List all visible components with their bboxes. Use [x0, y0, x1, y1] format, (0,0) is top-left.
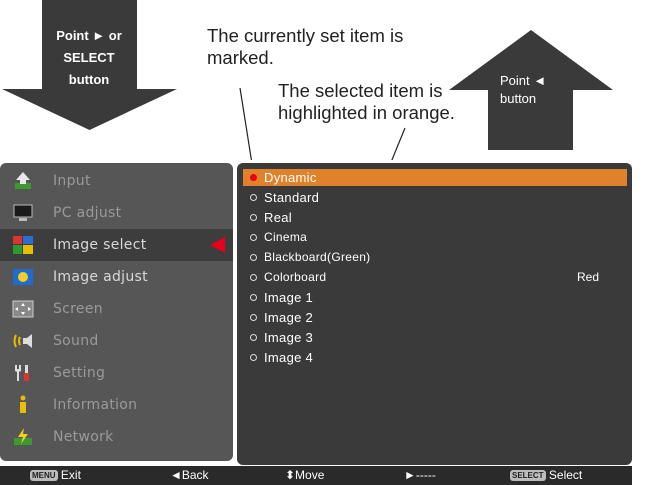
menu-item-label: Information — [53, 397, 138, 413]
menu-item-information[interactable]: Information — [0, 389, 233, 421]
option-label: Dynamic — [264, 170, 317, 185]
radio-icon — [250, 274, 257, 281]
option-image-4[interactable]: Image 4 — [243, 349, 627, 366]
radio-icon — [250, 234, 257, 241]
exit-hint: MENU Exit — [30, 468, 81, 482]
option-standard[interactable]: Standard — [243, 189, 627, 206]
pc-adjust-icon — [13, 204, 33, 221]
radio-icon — [250, 254, 257, 261]
back-hint: ◄Back — [170, 468, 209, 482]
point-left-label: Point ◄ button — [500, 73, 547, 106]
input-icon — [15, 172, 31, 189]
option-blackboard[interactable]: Blackboard(Green) — [243, 249, 627, 266]
image-select-submenu: Dynamic Standard Real Cinema Blackboard(… — [237, 163, 632, 465]
option-label: Image 4 — [264, 350, 314, 365]
network-icon — [14, 428, 32, 445]
image-select-icon — [13, 236, 33, 254]
menu-item-image-select[interactable]: Image select — [0, 229, 233, 261]
radio-icon — [250, 294, 257, 301]
option-cinema[interactable]: Cinema — [243, 229, 627, 246]
menu-item-screen[interactable]: Screen — [0, 293, 233, 325]
option-label: Standard — [264, 190, 320, 205]
option-image-2[interactable]: Image 2 — [243, 309, 627, 326]
option-dynamic[interactable]: Dynamic — [243, 169, 627, 186]
colorboard-value: Red — [576, 270, 599, 284]
menu-item-label: Input — [53, 173, 91, 189]
highlighted-callout: The selected item is highlighted in oran… — [278, 80, 455, 123]
radio-icon — [250, 314, 257, 321]
information-icon — [20, 395, 26, 413]
menu-item-label: Sound — [53, 333, 99, 349]
select-label: Select — [548, 468, 583, 482]
menu-item-label: Network — [53, 429, 114, 445]
menu-item-label: Setting — [53, 365, 106, 381]
menu-item-label: Screen — [53, 301, 103, 317]
menu-key-icon: MENU — [30, 470, 58, 481]
move-hint: ⬍Move — [285, 468, 325, 482]
currently-set-callout: The currently set item is marked. — [207, 25, 404, 68]
menu-item-image-adjust[interactable]: Image adjust — [0, 261, 233, 293]
radio-icon — [250, 214, 257, 221]
menu-item-label: PC adjust — [53, 205, 122, 221]
menu-item-network[interactable]: Network — [0, 421, 233, 453]
option-label: Image 1 — [264, 290, 314, 305]
option-label: Image 3 — [264, 330, 314, 345]
guide-bar: MENU Exit ◄Back ⬍Move ►----- SELECT Sele… — [0, 466, 632, 485]
selection-arrow-icon — [210, 237, 225, 253]
option-image-3[interactable]: Image 3 — [243, 329, 627, 346]
select-key-icon: SELECT — [510, 470, 546, 481]
option-label: Cinema — [264, 230, 308, 244]
radio-icon — [250, 334, 257, 341]
sound-icon — [13, 334, 32, 348]
main-menu: Input PC adjust Image select Image adjus… — [0, 163, 233, 461]
option-label: Blackboard(Green) — [264, 250, 371, 264]
option-colorboard[interactable]: Colorboard Red — [243, 269, 627, 286]
menu-item-input[interactable]: Input — [0, 165, 233, 197]
image-adjust-icon — [13, 269, 33, 285]
menu-item-pc-adjust[interactable]: PC adjust — [0, 197, 233, 229]
point-or-select-label: Point ► or SELECT button — [56, 28, 122, 87]
option-label: Colorboard — [264, 270, 327, 284]
menu-item-label: Image select — [53, 237, 147, 253]
menu-item-sound[interactable]: Sound — [0, 325, 233, 357]
radio-icon — [250, 194, 257, 201]
menu-item-setting[interactable]: Setting — [0, 357, 233, 389]
option-label: Image 2 — [264, 310, 314, 325]
select-hint: SELECT Select — [510, 468, 582, 482]
option-label: Real — [264, 210, 292, 225]
menu-item-label: Image adjust — [53, 269, 148, 285]
right-hint: ►----- — [404, 468, 436, 482]
option-image-1[interactable]: Image 1 — [243, 289, 627, 306]
screen-icon — [12, 300, 34, 318]
exit-label: Exit — [60, 468, 81, 482]
radio-icon — [250, 354, 257, 361]
selected-marker-icon — [250, 174, 257, 181]
option-real[interactable]: Real — [243, 209, 627, 226]
setting-icon — [15, 365, 29, 381]
